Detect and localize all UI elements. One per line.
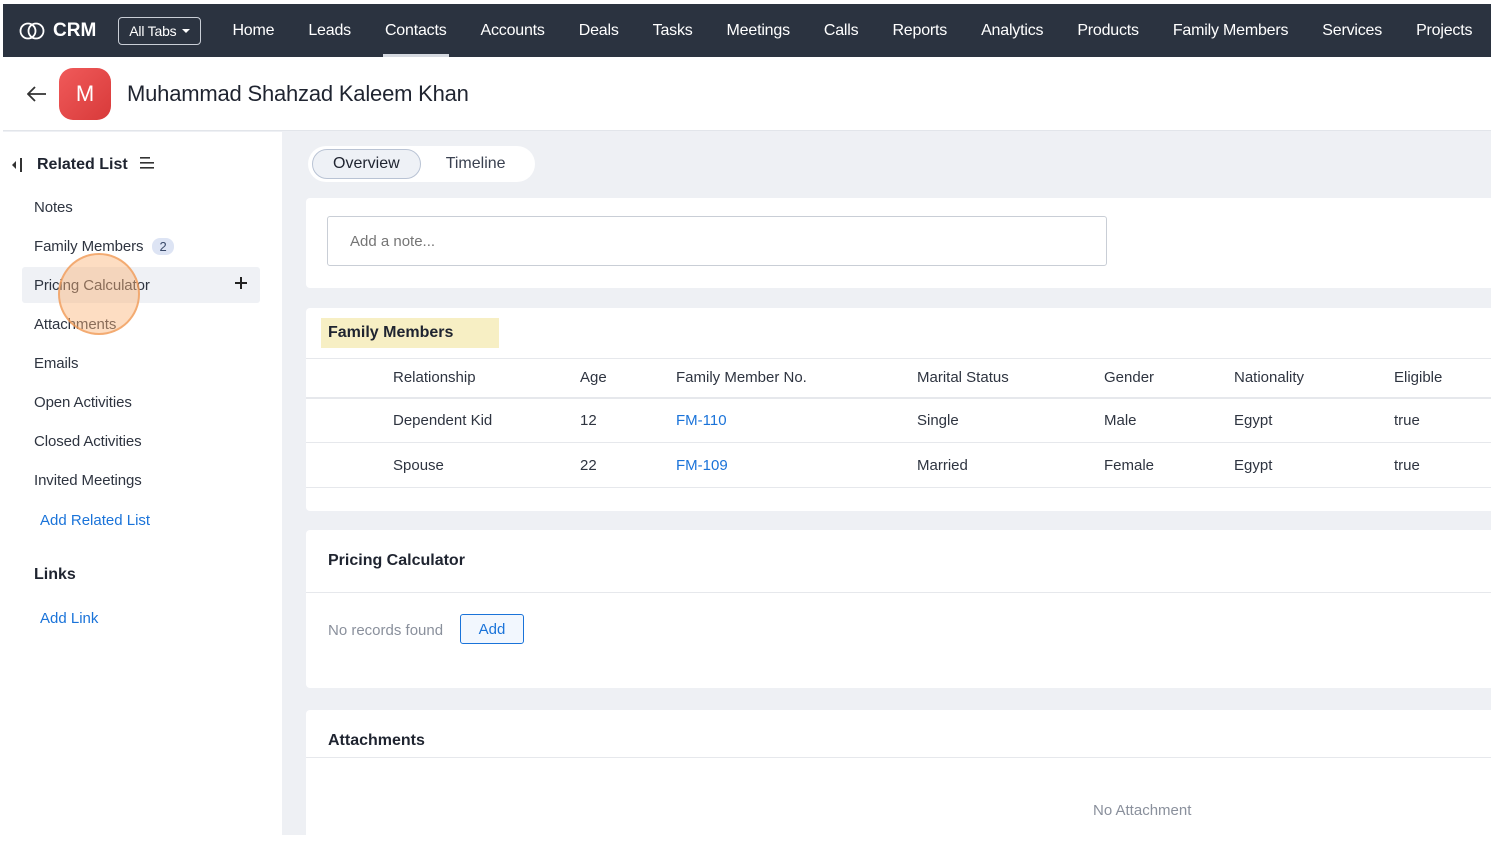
- sidebar-item-label: Open Activities: [34, 393, 132, 411]
- count-badge: 2: [152, 237, 174, 255]
- add-link-link[interactable]: Add Link: [40, 610, 98, 627]
- avatar[interactable]: M: [59, 67, 111, 120]
- family-members-title: Family Members: [321, 318, 500, 348]
- view-tabs: Overview Timeline: [308, 146, 535, 182]
- column-header[interactable]: Family Member No.: [676, 358, 917, 399]
- family-members-table: Relationship Age Family Member No. Marit…: [306, 358, 1491, 488]
- related-list-title: Related List: [37, 156, 128, 173]
- nav-tab-reports[interactable]: Reports: [875, 4, 964, 57]
- attachments-title: Attachments: [328, 732, 425, 749]
- table-cell: 12: [580, 397, 676, 443]
- tab-overview[interactable]: Overview: [312, 149, 421, 179]
- table-row[interactable]: Spouse 22 FM-109 Married Female Egypt tr…: [306, 442, 1491, 488]
- nav-tab-tasks[interactable]: Tasks: [636, 4, 710, 57]
- table-cell: Spouse: [306, 442, 580, 488]
- table-row[interactable]: Dependent Kid 12 FM-110 Single Male Egyp…: [306, 397, 1491, 443]
- nav-tab-deals[interactable]: Deals: [562, 4, 636, 57]
- all-tabs-label: All Tabs: [129, 22, 177, 39]
- nav-tab-services[interactable]: Services: [1305, 4, 1399, 57]
- nav-tab-leads[interactable]: Leads: [291, 4, 368, 57]
- nav-tab-accounts[interactable]: Accounts: [464, 4, 562, 57]
- column-header[interactable]: Gender: [1104, 358, 1234, 399]
- sidebar-item-label: Family Members: [34, 237, 144, 255]
- nav-tab-home[interactable]: Home: [215, 4, 291, 57]
- family-member-no-link[interactable]: FM-109: [676, 442, 917, 488]
- nav-tab-projects[interactable]: Projects: [1399, 4, 1489, 57]
- column-header[interactable]: Eligible: [1394, 358, 1491, 399]
- column-header[interactable]: Age: [580, 358, 676, 399]
- nav-tab-contacts[interactable]: Contacts: [368, 4, 464, 57]
- related-list-sidebar: Related List Notes Family Members 2 Pric…: [3, 132, 282, 835]
- app-window: CRM All Tabs Home Leads Contacts Accounts De…: [3, 4, 1491, 835]
- nav-tab-analytics[interactable]: Analytics: [964, 4, 1060, 57]
- sidebar-item-label: Pricing Calculator: [34, 276, 150, 294]
- sidebar-item-family-members[interactable]: Family Members 2: [22, 228, 260, 264]
- pricing-calculator-title: Pricing Calculator: [328, 552, 465, 569]
- column-header[interactable]: Nationality: [1234, 358, 1394, 399]
- sidebar-item-attachments[interactable]: Attachments: [22, 306, 260, 342]
- plus-icon[interactable]: [234, 276, 248, 294]
- table-cell: Dependent Kid: [306, 397, 580, 443]
- table-cell: Male: [1104, 397, 1234, 443]
- sidebar-item-notes[interactable]: Notes: [22, 189, 260, 225]
- table-cell: Egypt: [1234, 397, 1394, 443]
- reorder-list-icon[interactable]: [139, 156, 156, 174]
- record-title: Muhammad Shahzad Kaleem Khan: [127, 80, 469, 106]
- no-attachment-text: No Attachment: [1093, 802, 1192, 819]
- sidebar-item-closed-activities[interactable]: Closed Activities: [22, 423, 260, 459]
- add-pricing-button[interactable]: Add: [460, 614, 524, 644]
- attachments-card: Attachments No Attachment: [306, 710, 1491, 835]
- related-list-header: Related List: [11, 156, 156, 174]
- main-content: Overview Timeline Family Members Relatio…: [282, 132, 1491, 835]
- nav-tab-calls[interactable]: Calls: [807, 4, 876, 57]
- add-related-list-link[interactable]: Add Related List: [40, 512, 150, 529]
- sidebar-item-label: Notes: [34, 198, 73, 216]
- table-cell: Single: [917, 397, 1104, 443]
- tab-timeline[interactable]: Timeline: [421, 149, 531, 179]
- table-cell: Female: [1104, 442, 1234, 488]
- notes-card: [306, 198, 1491, 288]
- nav-tab-products[interactable]: Products: [1060, 4, 1156, 57]
- table-cell: 22: [580, 442, 676, 488]
- caret-down-icon: [182, 28, 191, 33]
- pricing-calculator-card: Pricing Calculator No records found Add: [306, 530, 1491, 688]
- nav-tabs: Home Leads Contacts Accounts Deals Tasks Meeti…: [215, 4, 1489, 57]
- sidebar-item-invited-meetings[interactable]: Invited Meetings: [22, 462, 260, 498]
- top-nav: CRM All Tabs Home Leads Contacts Accounts De…: [3, 4, 1491, 57]
- no-records-text: No records found: [328, 622, 444, 639]
- add-note-input[interactable]: [327, 216, 1107, 266]
- divider: [306, 757, 1491, 758]
- crm-logo[interactable]: CRM: [19, 20, 96, 42]
- back-arrow-icon[interactable]: [25, 82, 49, 106]
- table-cell: Egypt: [1234, 442, 1394, 488]
- family-member-no-link[interactable]: FM-110: [676, 397, 917, 443]
- sidebar-item-label: Emails: [34, 354, 79, 372]
- column-header[interactable]: Marital Status: [917, 358, 1104, 399]
- app-name: CRM: [53, 19, 97, 41]
- collapse-sidebar-icon[interactable]: [11, 157, 23, 173]
- table-cell: Married: [917, 442, 1104, 488]
- all-tabs-dropdown[interactable]: All Tabs: [118, 16, 202, 45]
- sidebar-item-label: Invited Meetings: [34, 471, 142, 489]
- column-header[interactable]: Relationship: [306, 358, 580, 399]
- table-cell: true: [1394, 442, 1491, 488]
- table-header-row: Relationship Age Family Member No. Marit…: [306, 358, 1491, 399]
- family-members-card: Family Members Relationship Age Family M…: [306, 308, 1491, 511]
- sidebar-item-label: Closed Activities: [34, 432, 142, 450]
- nav-tab-meetings[interactable]: Meetings: [710, 4, 807, 57]
- table-cell: true: [1394, 397, 1491, 443]
- sidebar-item-pricing-calculator[interactable]: Pricing Calculator: [22, 267, 260, 303]
- nav-tab-family-members[interactable]: Family Members: [1156, 4, 1305, 57]
- sidebar-item-open-activities[interactable]: Open Activities: [22, 384, 260, 420]
- divider: [306, 592, 1491, 593]
- links-title: Links: [34, 566, 76, 583]
- sidebar-item-emails[interactable]: Emails: [22, 345, 260, 381]
- record-header: M Muhammad Shahzad Kaleem Khan: [3, 57, 1491, 131]
- crm-logo-icon: [19, 22, 45, 39]
- sidebar-item-label: Attachments: [34, 315, 117, 333]
